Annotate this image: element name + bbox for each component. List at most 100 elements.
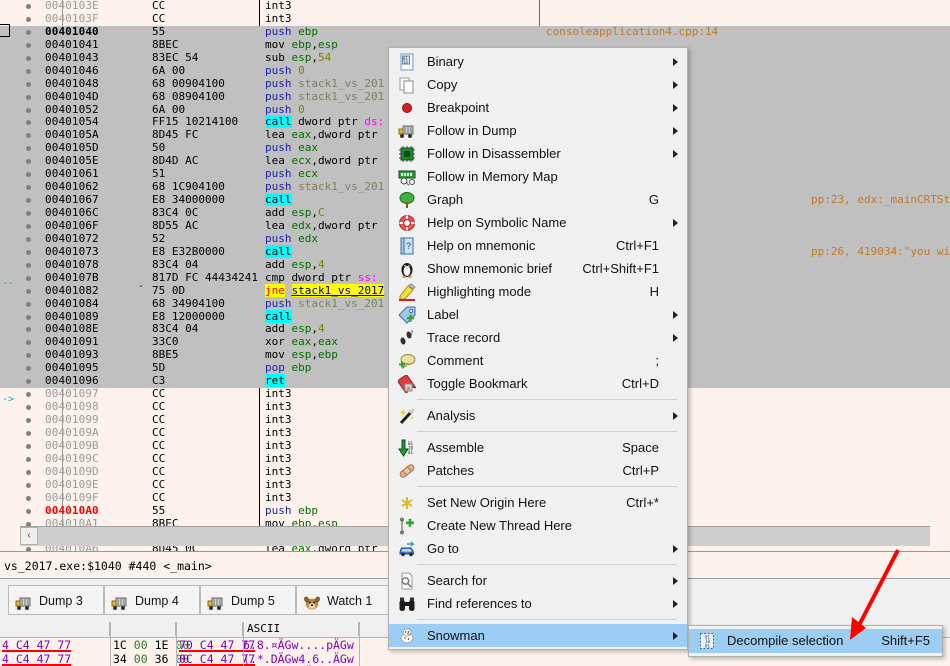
breakpoint-dot-icon[interactable]	[26, 81, 31, 87]
menu-item-help-on-mnemonic[interactable]: ? Help on mnemonic Ctrl+F1	[389, 234, 687, 257]
dump-ascii: 6.8.¤ÄGw....pÄGw	[243, 638, 354, 652]
menu-item-analysis[interactable]: Analysis	[389, 404, 687, 427]
menu-item-set-new-origin-here[interactable]: Set New Origin Here Ctrl+*	[389, 491, 687, 514]
breakpoint-dot-icon[interactable]	[26, 146, 31, 152]
disasm-bytes: 8BEC	[152, 37, 179, 51]
disasm-address: 00401099	[45, 413, 99, 426]
breakpoint-dot-icon[interactable]	[26, 133, 31, 139]
breakpoint-dot-icon[interactable]	[26, 443, 31, 449]
menu-item-trace-record[interactable]: ? Trace record	[389, 326, 687, 349]
menu-item-follow-in-dump[interactable]: Follow in Dump	[389, 119, 687, 142]
menu-item-create-new-thread-here[interactable]: Create New Thread Here	[389, 514, 687, 537]
breakpoint-dot-icon[interactable]	[26, 159, 31, 165]
breakpoint-dot-icon[interactable]	[26, 120, 31, 126]
menu-item-find-references-to[interactable]: Find references to	[389, 592, 687, 615]
menu-item-copy[interactable]: Copy	[389, 73, 687, 96]
breakpoint-dot-icon[interactable]	[26, 249, 31, 255]
breakpoint-dot-icon[interactable]	[26, 172, 31, 178]
breakpoint-dot-icon[interactable]	[26, 288, 31, 294]
menu-item-follow-in-disassembler[interactable]: Follow in Disassembler	[389, 142, 687, 165]
breakpoint-dot-icon[interactable]	[26, 495, 31, 501]
disasm-bytes: E8 E32B0000	[152, 244, 225, 258]
breakpoint-dot-icon[interactable]	[26, 42, 31, 48]
menu-item-comment[interactable]: Comment;	[389, 349, 687, 372]
breakpoint-dot-icon[interactable]	[26, 68, 31, 74]
menu-item-binary[interactable]: 01 10 Binary	[389, 50, 687, 73]
menu-item-snowman[interactable]: Snowman	[389, 624, 687, 647]
breakpoint-dot-icon[interactable]	[26, 236, 31, 242]
breakpoint-dot-icon[interactable]	[26, 340, 31, 346]
breakpoint-dot-icon[interactable]	[26, 223, 31, 229]
breakpoint-dot-icon[interactable]	[26, 508, 31, 514]
svg-text:01: 01	[408, 450, 414, 455]
menu-item-highlighting-mode[interactable]: Highlighting mode H	[389, 280, 687, 303]
tab-watch-1[interactable]: Watch 1	[296, 585, 390, 615]
breakpoint-dot-icon[interactable]	[26, 314, 31, 320]
breakpoint-dot-icon[interactable]	[26, 4, 31, 9]
disasm-address: 004010A0	[45, 503, 99, 517]
penguin-icon	[398, 260, 416, 278]
jump-line-marker-dashed: --	[2, 278, 15, 289]
breakpoint-dot-icon[interactable]	[26, 418, 31, 423]
breakpoint-dot-icon[interactable]	[26, 469, 31, 475]
tree-graph-icon	[398, 191, 416, 209]
disasm-row[interactable]: 00401040 55 push ebp consoleapplication4.cp…	[0, 25, 950, 39]
svg-text:10: 10	[403, 60, 408, 65]
breakpoint-dot-icon[interactable]	[26, 327, 31, 333]
breakpoint-dot-icon[interactable]	[26, 405, 31, 411]
menu-item-search-for[interactable]: Search for	[389, 569, 687, 592]
dump-header-col1	[0, 622, 110, 636]
snowman-icon	[398, 627, 416, 645]
dump-truck-icon	[15, 593, 33, 610]
breakpoint-dot-icon[interactable]	[26, 107, 31, 113]
breakpoint-dot-icon[interactable]	[26, 94, 31, 100]
menu-item-breakpoint[interactable]: Breakpoint	[389, 96, 687, 119]
breakpoint-dot-icon[interactable]	[26, 275, 31, 281]
footsteps-icon: ?	[398, 329, 416, 347]
svg-text:?: ?	[410, 330, 414, 337]
breakpoint-dot-icon[interactable]	[26, 379, 31, 385]
breakpoint-dot-icon[interactable]	[26, 301, 31, 307]
submenu-item-shortcut: Shift+F5	[881, 633, 930, 648]
disasm-comment: pp:26, 419034:"you win!\n"	[811, 244, 950, 258]
menu-item-help-on-symbolic-name[interactable]: Help on Symbolic Name	[389, 211, 687, 234]
disasm-bytes: 817D FC 44434241	[152, 270, 258, 284]
scroll-left-arrow-icon[interactable]: ‹	[20, 527, 38, 545]
menu-item-show-mnemonic-brief[interactable]: Show mnemonic brief Ctrl+Shift+F1	[389, 257, 687, 280]
disasm-row[interactable]: 0040103E CC int3	[0, 0, 950, 13]
menu-item-shortcut: G	[648, 192, 659, 207]
breakpoint-dot-icon[interactable]	[26, 29, 31, 35]
menu-item-toggle-bookmark[interactable]: a Toggle Bookmark Ctrl+D	[389, 372, 687, 396]
breakpoint-dot-icon[interactable]	[26, 353, 31, 359]
menu-item-label: Highlighting mode	[427, 284, 532, 299]
tab-dump-4[interactable]: Dump 4	[104, 585, 200, 615]
snowman-submenu[interactable]: 01 10 01 Decompile selection Shift+F5	[688, 625, 943, 657]
submenu-item-decompile-selection[interactable]: 01 10 01 Decompile selection Shift+F5	[689, 629, 942, 653]
breakpoint-dot-icon[interactable]	[26, 185, 31, 191]
binary-dotted-icon: 01 10 01	[698, 632, 716, 650]
tab-dump-3[interactable]: Dump 3	[8, 585, 104, 615]
breakpoint-dot-icon[interactable]	[26, 16, 31, 22]
menu-item-graph[interactable]: Graph G	[389, 188, 687, 211]
disassembly-context-menu[interactable]: 01 10 Binary Copy Breakpoint Follow in Dump Fo…	[388, 47, 688, 650]
breakpoint-dot-icon[interactable]	[26, 262, 31, 268]
breakpoint-dot-icon[interactable]	[26, 366, 31, 372]
menu-separator	[417, 619, 677, 620]
menu-item-go-to[interactable]: Go to	[389, 537, 687, 560]
breakpoint-dot-icon[interactable]	[26, 198, 31, 204]
breakpoint-dot-icon[interactable]	[26, 55, 31, 61]
menu-item-follow-in-memory-map[interactable]: Follow in Memory Map	[389, 165, 687, 188]
disasm-address: 00401078	[45, 257, 99, 271]
breakpoint-dot-icon[interactable]	[26, 211, 31, 216]
label-tag-icon	[398, 306, 416, 324]
breakpoint-dot-icon[interactable]	[26, 482, 31, 488]
breakpoint-dot-icon[interactable]	[26, 456, 31, 462]
breakpoint-dot-icon[interactable]	[26, 392, 31, 398]
disasm-address: 0040107B	[45, 270, 99, 284]
breakpoint-dot-icon[interactable]	[26, 430, 31, 436]
tab-dump-5[interactable]: Dump 5	[200, 585, 296, 615]
menu-item-label[interactable]: Label	[389, 303, 687, 326]
menu-item-assemble[interactable]: 01 10 01 Assemble Space	[389, 436, 687, 459]
disasm-row[interactable]: 0040103F CC int3	[0, 12, 950, 26]
menu-item-patches[interactable]: Patches Ctrl+P	[389, 459, 687, 482]
